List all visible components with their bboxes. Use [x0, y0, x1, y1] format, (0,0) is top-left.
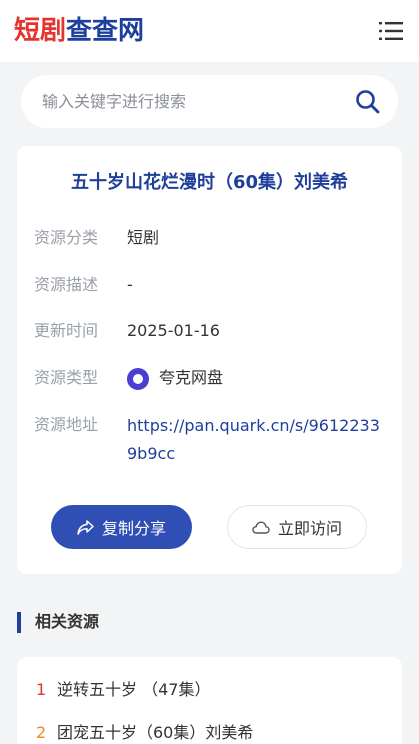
- logo-text-primary: 短剧: [14, 16, 67, 46]
- section-accent-bar: [17, 612, 21, 633]
- list-item[interactable]: 2 团宠五十岁（60集）刘美希: [36, 722, 253, 744]
- updated-value: 2025-01-16: [127, 321, 220, 340]
- list-item-rank: 1: [36, 680, 47, 699]
- category-value: 短剧: [127, 228, 160, 247]
- resource-detail-card: 五十岁山花烂漫时（60集）刘美希 资源分类 短剧 资源描述 - 更新时间 202…: [17, 146, 402, 574]
- quark-drive-icon: [127, 368, 149, 390]
- resource-title: 五十岁山花烂漫时（60集）刘美希: [70, 172, 349, 193]
- description-value: -: [127, 275, 133, 294]
- address-label: 资源地址: [34, 415, 99, 434]
- cloud-icon: [252, 520, 270, 534]
- copy-share-label: 复制分享: [101, 519, 166, 538]
- copy-share-button[interactable]: 复制分享: [51, 505, 192, 549]
- description-label: 资源描述: [34, 275, 99, 294]
- type-label: 资源类型: [34, 368, 99, 387]
- list-item-title: 逆转五十岁 （47集）: [57, 680, 211, 699]
- category-label: 资源分类: [34, 228, 99, 247]
- logo-text-secondary: 查查网: [66, 16, 145, 46]
- visit-now-button[interactable]: 立即访问: [227, 505, 367, 549]
- list-item-rank: 2: [36, 723, 47, 742]
- list-item[interactable]: 1 逆转五十岁 （47集）: [36, 679, 210, 701]
- site-logo[interactable]: 短剧查查网: [14, 16, 144, 46]
- type-value: 夸克网盘: [159, 368, 224, 387]
- related-section-title: 相关资源: [35, 612, 100, 631]
- list-item-title: 团宠五十岁（60集）刘美希: [57, 723, 254, 742]
- resource-link[interactable]: https://pan.quark.cn/s/96122339b9cc: [127, 412, 389, 468]
- app-header: 短剧查查网: [0, 0, 419, 62]
- search-input[interactable]: [42, 75, 352, 128]
- visit-now-label: 立即访问: [277, 519, 342, 538]
- updated-label: 更新时间: [34, 321, 99, 340]
- search-icon[interactable]: [355, 89, 380, 114]
- related-resources-list: 1 逆转五十岁 （47集） 2 团宠五十岁（60集）刘美希: [17, 657, 402, 744]
- search-bar: [21, 75, 398, 128]
- hamburger-menu-icon[interactable]: [379, 20, 403, 42]
- share-icon: [77, 519, 94, 535]
